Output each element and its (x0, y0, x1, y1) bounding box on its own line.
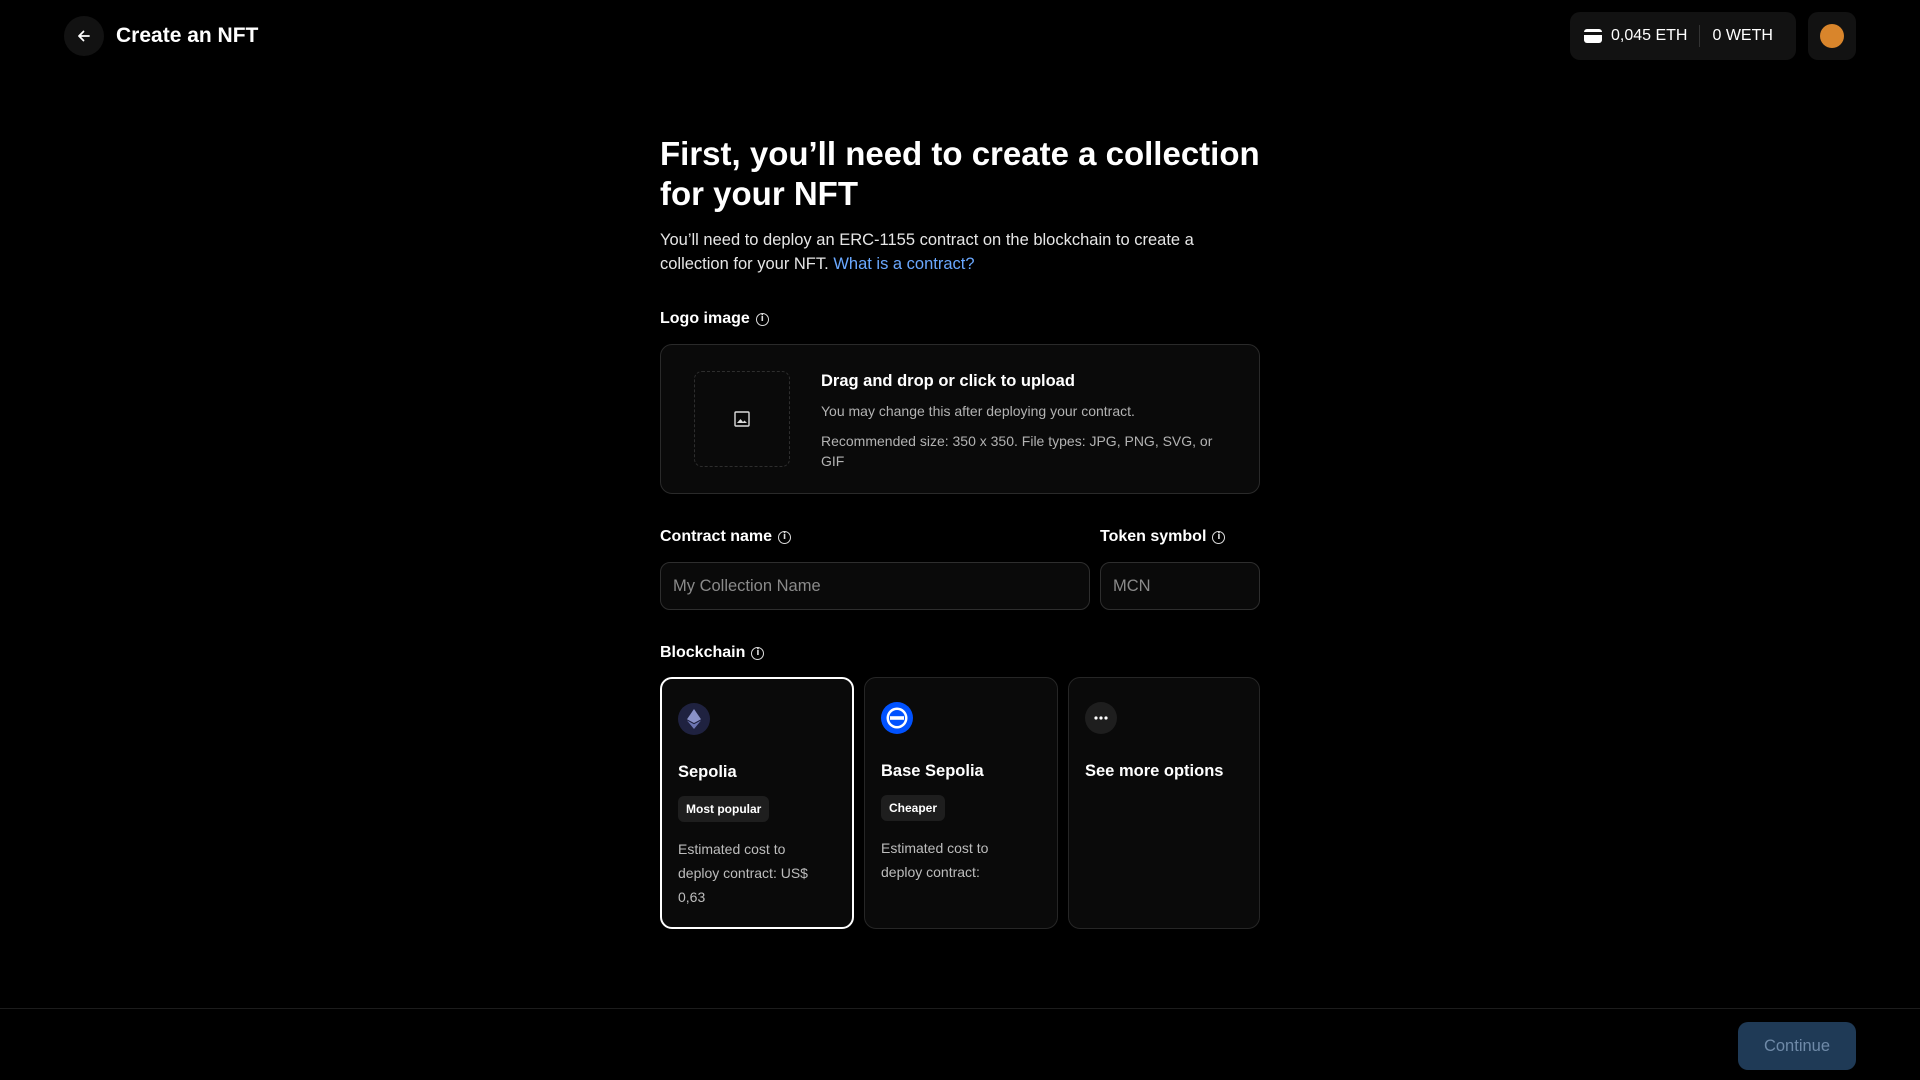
chain-name: Base Sepolia (881, 762, 984, 780)
info-icon[interactable]: i (1212, 530, 1226, 544)
contract-name-label-text: Contract name (660, 528, 773, 545)
create-collection-form: First, you’ll need to create a collectio… (660, 134, 1260, 929)
wallet-icon (1584, 29, 1602, 43)
blockchain-option-more[interactable]: See more options (1068, 677, 1260, 929)
blockchain-label: Blockchain i (660, 644, 765, 662)
weth-balance: 0 WETH (1712, 27, 1773, 44)
eth-balance: 0,045 ETH (1611, 27, 1688, 44)
chain-cost: Estimated cost to deploy contract: US$ 0… (678, 841, 808, 905)
ethereum-icon (678, 703, 710, 735)
chain-name: Sepolia (678, 763, 737, 781)
upload-requirements: Recommended size: 350 x 350. File types:… (821, 433, 1213, 469)
continue-button[interactable]: Continue (1738, 1022, 1856, 1070)
chain-name: See more options (1085, 762, 1224, 780)
blockchain-option-base-sepolia[interactable]: Base Sepolia Cheaper Estimated cost to d… (864, 677, 1058, 929)
contract-name-label: Contract name i (660, 528, 792, 546)
logo-image-label-text: Logo image (660, 310, 750, 327)
intro-text: You’ll need to deploy an ERC-1155 contra… (660, 228, 1260, 276)
back-button[interactable] (64, 16, 104, 56)
info-icon[interactable]: i (755, 312, 769, 326)
wallet-divider (1699, 25, 1701, 47)
upload-title: Drag and drop or click to upload (821, 372, 1075, 390)
more-icon (1085, 702, 1117, 734)
arrow-left-icon (78, 30, 90, 42)
top-bar: Create an NFT 0,045 ETH 0 WETH (0, 0, 1920, 72)
logo-image-label: Logo image i (660, 310, 769, 328)
chain-cost: Estimated cost to deploy contract: (881, 840, 989, 880)
what-is-contract-link[interactable]: What is a contract? (833, 255, 974, 273)
blockchain-options: Sepolia Most popular Estimated cost to d… (660, 677, 1260, 929)
token-symbol-input[interactable] (1100, 562, 1260, 610)
token-symbol-label-text: Token symbol (1100, 528, 1207, 545)
account-button[interactable] (1808, 12, 1856, 60)
chain-badge: Most popular (678, 796, 770, 822)
blockchain-option-sepolia[interactable]: Sepolia Most popular Estimated cost to d… (660, 677, 854, 929)
blockchain-label-text: Blockchain (660, 644, 746, 661)
footer-bar: Continue (0, 1008, 1920, 1080)
info-icon[interactable]: i (778, 530, 792, 544)
page-headline: First, you’ll need to create a collectio… (660, 135, 1260, 212)
avatar (1820, 24, 1844, 48)
token-symbol-label: Token symbol i (1100, 528, 1226, 546)
base-icon (881, 702, 913, 734)
chain-badge: Cheaper (881, 795, 946, 821)
logo-upload-dropzone[interactable]: Drag and drop or click to upload You may… (660, 344, 1260, 494)
info-icon[interactable]: i (751, 646, 765, 660)
upload-hint: You may change this after deploying your… (821, 403, 1135, 419)
image-icon (734, 411, 750, 427)
wallet-balance-button[interactable]: 0,045 ETH 0 WETH (1570, 12, 1796, 60)
contract-name-input[interactable] (660, 562, 1090, 610)
logo-preview-placeholder (694, 371, 790, 467)
page-title: Create an NFT (116, 24, 259, 47)
